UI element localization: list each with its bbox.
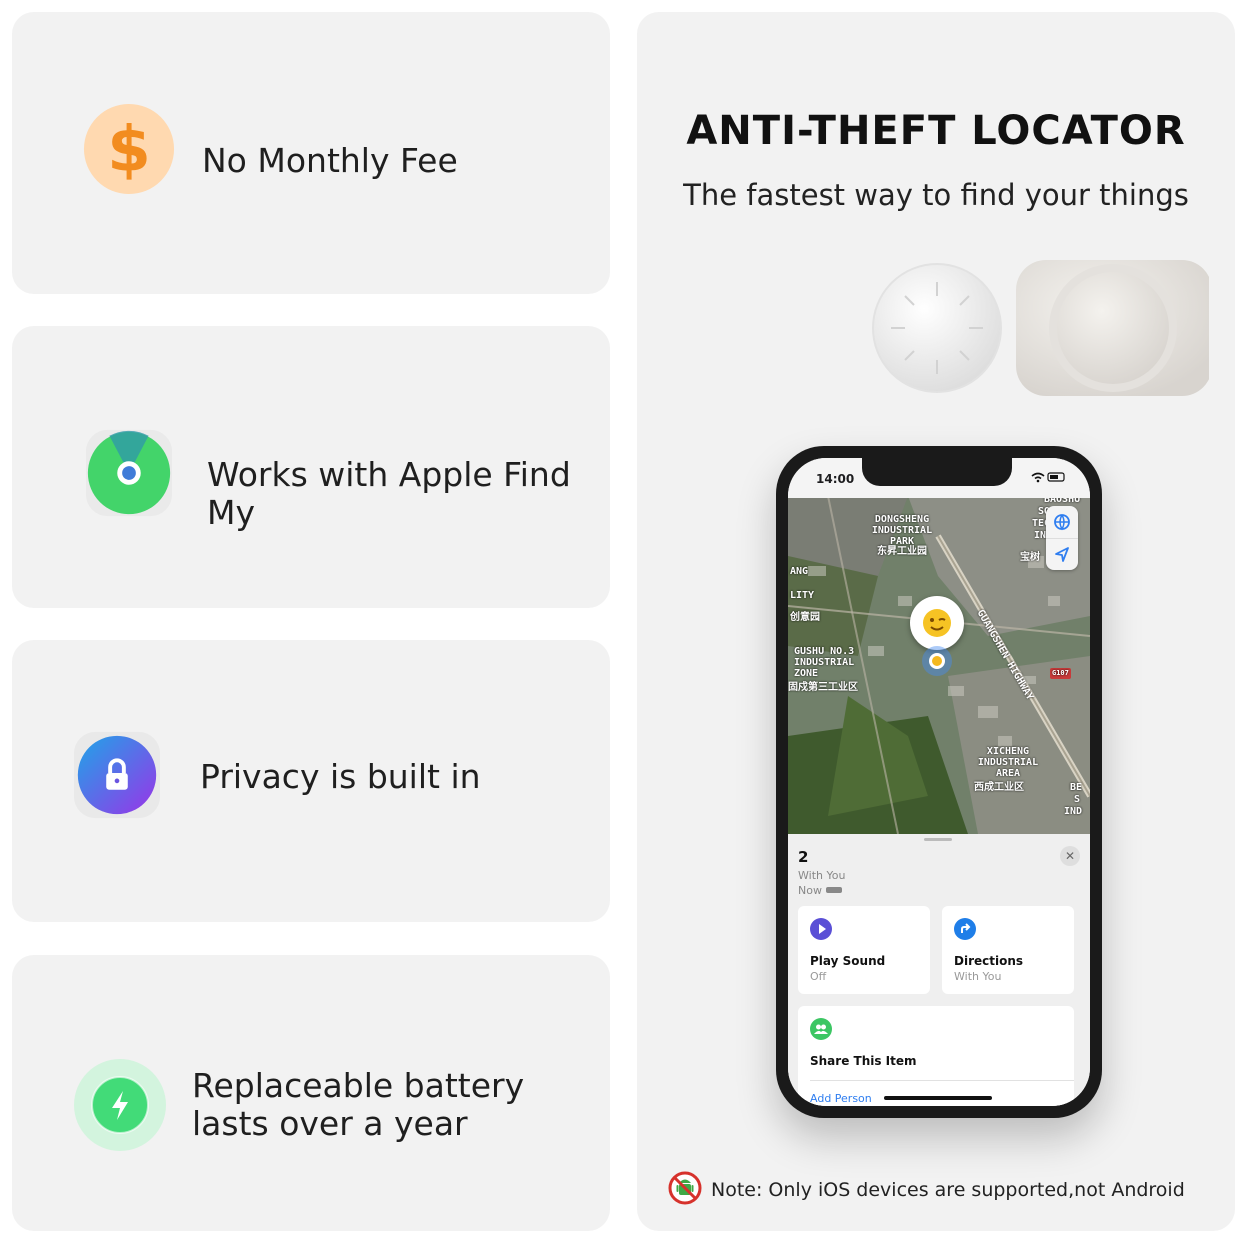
map-label-gushu-cn: 固戍第三工业区 (788, 682, 858, 693)
feature-label: No Monthly Fee (202, 141, 458, 180)
feature-card-battery: Replaceable battery lasts over a year (12, 955, 610, 1231)
location-arrow-icon[interactable] (1046, 538, 1078, 571)
directions-label: Directions (954, 954, 1024, 968)
no-android-icon (667, 1170, 703, 1211)
feature-label: Replaceable battery lasts over a year (192, 1066, 525, 1143)
tracker-case-image (1016, 260, 1212, 396)
map-label-lity: LITY (790, 590, 815, 601)
map-label-xicheng: XICHENG INDUSTRIAL AREA (977, 746, 1039, 779)
directions-button[interactable]: Directions With You (942, 906, 1074, 994)
map-label-road: G107 (1050, 668, 1071, 679)
find-my-icon (82, 426, 176, 520)
svg-text:$: $ (107, 113, 151, 186)
directions-icon (954, 918, 976, 940)
battery-bolt-icon (70, 1055, 170, 1155)
panel-subtitle: The fastest way to find your things (683, 178, 1189, 212)
feature-card-privacy: Privacy is built in (12, 640, 610, 922)
battery-icon (826, 887, 842, 893)
play-icon (810, 918, 832, 940)
product-images (869, 258, 1212, 408)
home-indicator (884, 1096, 992, 1100)
map-label-dongsheng: DONGSHENG INDUSTRIAL PARK (871, 514, 933, 547)
play-sound-status: Off (810, 970, 827, 983)
phone-notch (862, 458, 1012, 486)
status-time: 14:00 (816, 472, 855, 486)
share-item-card[interactable]: Share This Item Add Person (798, 1006, 1074, 1106)
map-label-baoshu-cn: 宝树 (1020, 552, 1040, 563)
map-view[interactable]: DONGSHENG INDUSTRIAL PARK 东昇工业园 ANG LITY… (788, 496, 1090, 834)
divider (810, 1080, 1074, 1081)
people-icon (810, 1018, 832, 1040)
map-label-gushu: GUSHU NO.3 INDUSTRIAL ZONE (794, 646, 855, 679)
map-label-ind2: IND (1064, 806, 1083, 817)
wifi-battery-icon (1030, 471, 1066, 486)
close-icon[interactable]: ✕ (1060, 846, 1080, 866)
tracker-tag-image (872, 263, 1002, 393)
play-sound-button[interactable]: Play Sound Off (798, 906, 930, 994)
map-label-xicheng-cn: 西成工业区 (974, 782, 1024, 793)
map-label-ang: ANG (790, 566, 809, 577)
phone-mockup: 14:00 DONGSHENG INDUSTRIAL PARK 东昇工业园 AN… (776, 446, 1102, 1118)
directions-status: With You (954, 970, 1002, 983)
phone-screen: 14:00 DONGSHENG INDUSTRIAL PARK 东昇工业园 AN… (788, 458, 1090, 1106)
map-label-be: BE (1070, 782, 1083, 793)
feature-label: Privacy is built in (200, 757, 481, 796)
globe-icon[interactable] (1046, 506, 1078, 538)
map-label-s: S (1074, 794, 1081, 805)
map-controls (1046, 506, 1078, 570)
share-item-label: Share This Item (810, 1054, 917, 1068)
dollar-icon: $ (82, 102, 176, 196)
item-detail-sheet: 2 With You Now ✕ Play Sound Off Directio… (788, 834, 1090, 1106)
feature-card-no-fee: $ No Monthly Fee (12, 12, 610, 294)
map-label-dongsheng-cn: 东昇工业园 (877, 546, 927, 557)
sheet-grabber[interactable] (924, 838, 952, 841)
feature-label: Works with Apple Find My (207, 455, 571, 532)
item-now: Now (798, 884, 822, 897)
item-location-pin[interactable] (910, 596, 964, 650)
feature-card-find-my: Works with Apple Find My (12, 326, 610, 608)
lock-icon (70, 728, 164, 822)
note-text: Note: Only iOS devices are supported,not… (711, 1179, 1185, 1201)
item-count: 2 (798, 848, 809, 866)
add-person-link[interactable]: Add Person (810, 1092, 872, 1105)
user-location-dot (922, 646, 952, 676)
item-with-you: With You (798, 869, 846, 882)
map-label-creative: 创意园 (790, 612, 820, 623)
product-panel: ANTI-THEFT LOCATOR The fastest way to fi… (637, 12, 1235, 1231)
play-sound-label: Play Sound (810, 954, 886, 968)
panel-title: ANTI-THEFT LOCATOR (686, 108, 1186, 154)
compatibility-note: Note: Only iOS devices are supported,not… (667, 1170, 1185, 1210)
